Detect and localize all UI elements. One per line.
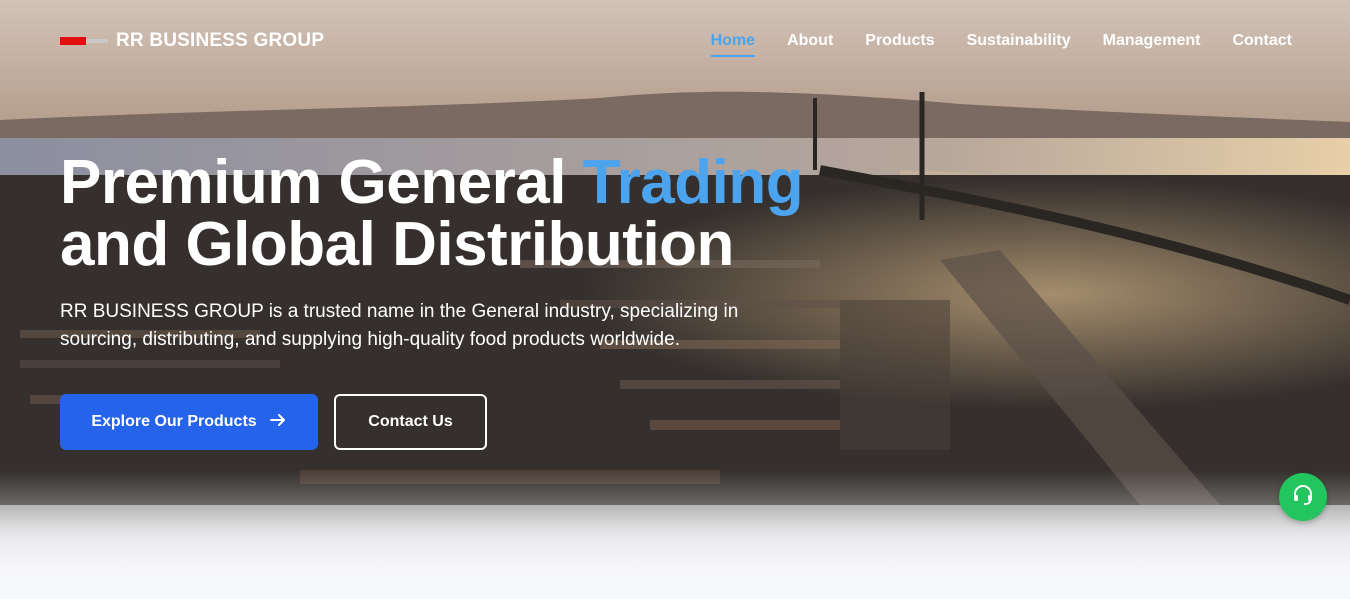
nav-item-products[interactable]: Products — [865, 32, 934, 55]
contact-us-button[interactable]: Contact Us — [334, 394, 487, 450]
explore-products-label: Explore Our Products — [91, 413, 257, 430]
nav-menu: Home About Products Sustainability Manag… — [710, 32, 1292, 57]
hero-title-accent: Trading — [582, 148, 804, 217]
headset-icon — [1291, 483, 1315, 512]
arrow-right-icon — [269, 411, 287, 434]
hero-title: Premium General Trading and Global Distr… — [60, 152, 804, 279]
logo-mark-icon — [60, 34, 108, 48]
nav-item-management[interactable]: Management — [1103, 32, 1201, 55]
brand-logo[interactable]: RR BUSINESS GROUP — [60, 30, 324, 52]
nav-item-about[interactable]: About — [787, 32, 833, 55]
explore-products-button[interactable]: Explore Our Products — [60, 394, 318, 450]
nav-item-contact[interactable]: Contact — [1232, 32, 1292, 55]
nav-item-sustainability[interactable]: Sustainability — [967, 32, 1071, 55]
support-chat-button[interactable] — [1279, 473, 1327, 521]
contact-us-label: Contact Us — [368, 413, 453, 430]
nav-item-home[interactable]: Home — [710, 32, 756, 57]
hero-title-line2: and Global Distribution — [60, 210, 734, 279]
hero-section: RR BUSINESS GROUP Home About Products Su… — [0, 0, 1350, 599]
hero-title-part1: Premium General — [60, 148, 583, 217]
hero-description: RR BUSINESS GROUP is a trusted name in t… — [60, 301, 739, 350]
top-navigation: RR BUSINESS GROUP Home About Products Su… — [0, 0, 1350, 84]
brand-name: RR BUSINESS GROUP — [116, 30, 325, 51]
